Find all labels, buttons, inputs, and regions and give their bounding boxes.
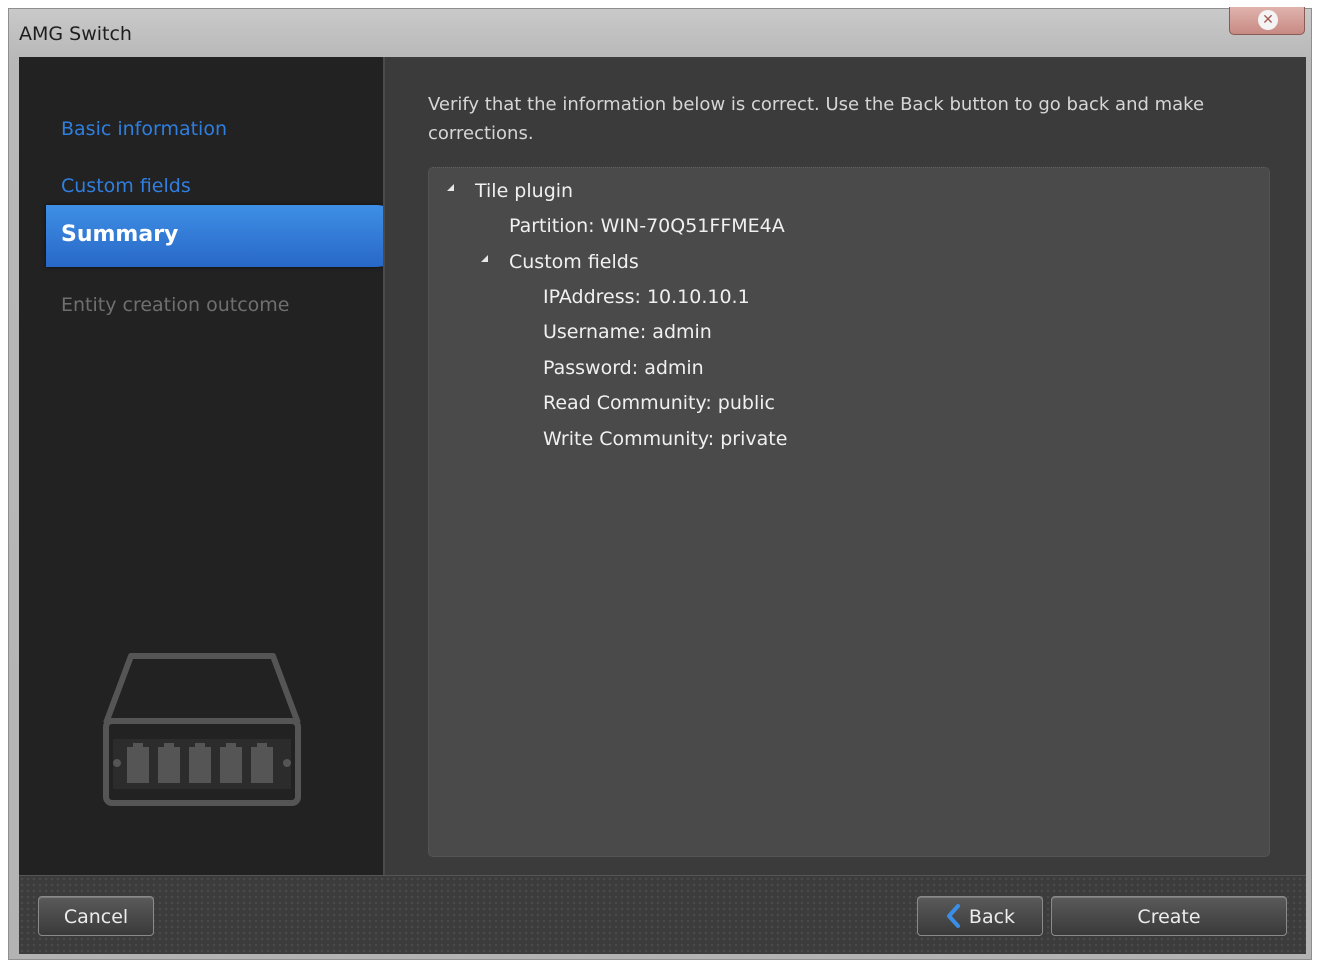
step-custom-fields[interactable]: Custom fields: [61, 174, 191, 198]
tree-leaf-field: Write Community: private: [543, 428, 788, 450]
network-switch-icon: [103, 653, 301, 806]
back-button[interactable]: Back: [917, 896, 1043, 936]
back-arrow-icon: [946, 903, 960, 928]
window-title: AMG Switch: [19, 23, 132, 45]
back-button-label: Back: [968, 906, 1016, 928]
tree-node-tile-plugin[interactable]: Tile plugin: [475, 179, 573, 203]
step-summary-label: Summary: [61, 222, 179, 247]
wizard-steps-sidebar: Basic information Custom fields Summary …: [19, 57, 407, 875]
tree-leaf-field: IPAddress: 10.10.10.1: [543, 286, 750, 308]
instruction-text: Verify that the information below is cor…: [428, 94, 1205, 144]
step-entity-creation-outcome: Entity creation outcome: [61, 294, 290, 316]
create-button-label: Create: [1137, 906, 1201, 928]
step-basic-information[interactable]: Basic information: [61, 117, 227, 141]
tree-leaf-field: Username: admin: [543, 321, 712, 343]
dialog-content: Basic information Custom fields Summary …: [19, 57, 1306, 875]
summary-main-area: Verify that the information below is cor…: [385, 57, 1306, 875]
close-icon: ✕: [1258, 10, 1278, 30]
close-button[interactable]: ✕: [1229, 7, 1305, 35]
step-summary[interactable]: Summary: [46, 205, 407, 267]
create-button[interactable]: Create: [1051, 896, 1287, 936]
cancel-button[interactable]: Cancel: [38, 896, 154, 936]
collapse-triangle-icon[interactable]: [481, 255, 488, 262]
collapse-triangle-icon[interactable]: [447, 184, 454, 191]
summary-tree-panel: Tile plugin Partition: WIN-70Q51FFME4A C…: [428, 167, 1270, 857]
tree-leaf-field: Password: admin: [543, 357, 704, 379]
title-bar: AMG Switch ✕: [9, 7, 1311, 57]
dialog-footer: Cancel Back Create: [19, 875, 1306, 954]
tree-leaf-partition: Partition: WIN-70Q51FFME4A: [509, 215, 785, 237]
dialog-window: AMG Switch ✕ Basic information Custom fi…: [8, 7, 1312, 960]
tree-node-custom-fields[interactable]: Custom fields: [509, 250, 639, 274]
tree-leaf-field: Read Community: public: [543, 392, 775, 414]
cancel-button-label: Cancel: [63, 906, 129, 928]
